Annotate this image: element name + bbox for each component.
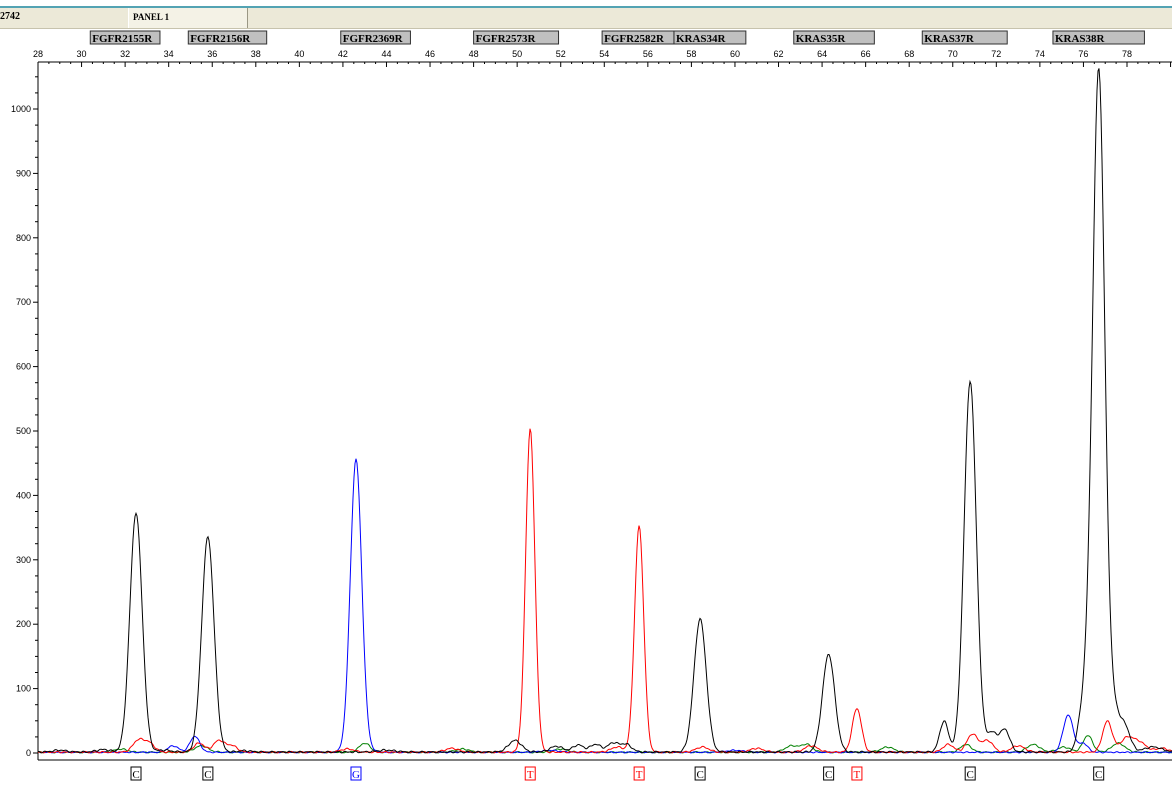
top-size-axis: 28 30 32 34 36 38 40 42 44 46 48 50 52 54 56 58 60 62 64 66… (33, 49, 1172, 67)
red-trace-line (37, 428, 1172, 754)
top-axis-tick-label: 56 (643, 49, 653, 59)
marker-label: FGFR2156R (190, 33, 251, 45)
top-axis-tick-label: 48 (469, 49, 479, 59)
base-call-label: T (636, 769, 643, 781)
top-axis-tick-label: 72 (991, 49, 1001, 59)
base-calls: CCGTTCCTCC (130, 766, 1105, 781)
top-axis-tick-label: 36 (207, 49, 217, 59)
y-axis: 0 100 200 300 400 500 600 700 800 900 1000 (11, 62, 1172, 761)
top-axis-tick-label: 38 (251, 49, 261, 59)
blue-trace-line (37, 458, 1172, 754)
top-axis-tick-label: 78 (1122, 49, 1132, 59)
top-axis-tick-label: 32 (120, 49, 130, 59)
base-call-label: C (132, 769, 139, 781)
y-axis-tick-label: 600 (16, 362, 31, 372)
base-call-label: C (1095, 769, 1102, 781)
top-axis-tick-label: 42 (338, 49, 348, 59)
base-call-label: G (352, 769, 360, 781)
top-axis-tick-label: 44 (381, 49, 391, 59)
top-axis-tick-label: 46 (425, 49, 435, 59)
marker-label: FGFR2369R (343, 33, 404, 45)
base-call-label: T (854, 769, 861, 781)
top-axis-tick-label: 62 (774, 49, 784, 59)
top-axis-tick-label: 68 (904, 49, 914, 59)
y-axis-tick-label: 400 (16, 490, 31, 500)
y-axis-tick-label: 800 (16, 233, 31, 243)
base-call-label: C (967, 769, 974, 781)
base-call-label: C (204, 769, 211, 781)
top-axis-tick-label: 34 (164, 49, 174, 59)
top-axis-tick-label: 60 (730, 49, 740, 59)
y-axis-tick-label: 100 (16, 684, 31, 694)
marker-label: KRAS34R (676, 33, 727, 45)
marker-label: KRAS37R (924, 33, 975, 45)
top-axis-tick-label: 74 (1035, 49, 1045, 59)
top-axis-tick-label: 40 (294, 49, 304, 59)
top-axis-tick-label: 52 (556, 49, 566, 59)
top-axis-tick-label: 54 (599, 49, 609, 59)
top-axis-tick-label: 70 (948, 49, 958, 59)
y-axis-tick-label: 300 (16, 555, 31, 565)
marker-label: FGFR2155R (92, 33, 153, 45)
y-axis-tick-label: 900 (16, 168, 31, 178)
y-axis-tick-label: 200 (16, 619, 31, 629)
marker-label: KRAS38R (1055, 33, 1106, 45)
top-axis-tick-label: 28 (33, 49, 43, 59)
top-axis-tick-label: 76 (1078, 49, 1088, 59)
top-axis-tick-label: 66 (861, 49, 871, 59)
top-axis-tick-label: 50 (512, 49, 522, 59)
top-axis-tick-label: 64 (817, 49, 827, 59)
top-axis-tick-label: 30 (77, 49, 87, 59)
green-trace-line (37, 735, 1172, 754)
y-axis-tick-label: 700 (16, 297, 31, 307)
electropherogram-plot: FGFR2155R FGFR2156R FGFR2369R FGFR2573R FGFR… (11, 30, 1172, 781)
y-axis-tick-label: 1000 (11, 104, 31, 114)
top-axis-tick-label: 58 (686, 49, 696, 59)
y-axis-tick-label: 500 (16, 426, 31, 436)
marker-label: FGFR2582R (604, 33, 665, 45)
trace-lines (37, 68, 1172, 754)
y-axis-tick-label: 0 (26, 748, 31, 758)
base-call-label: C (825, 769, 832, 781)
marker-label: FGFR2573R (476, 33, 537, 45)
black-trace-line (37, 68, 1172, 754)
marker-bins: FGFR2155R FGFR2156R FGFR2369R FGFR2573R FGFR… (89, 30, 1145, 45)
base-call-label: T (527, 769, 534, 781)
marker-label: KRAS35R (796, 33, 847, 45)
base-call-label: C (696, 769, 703, 781)
